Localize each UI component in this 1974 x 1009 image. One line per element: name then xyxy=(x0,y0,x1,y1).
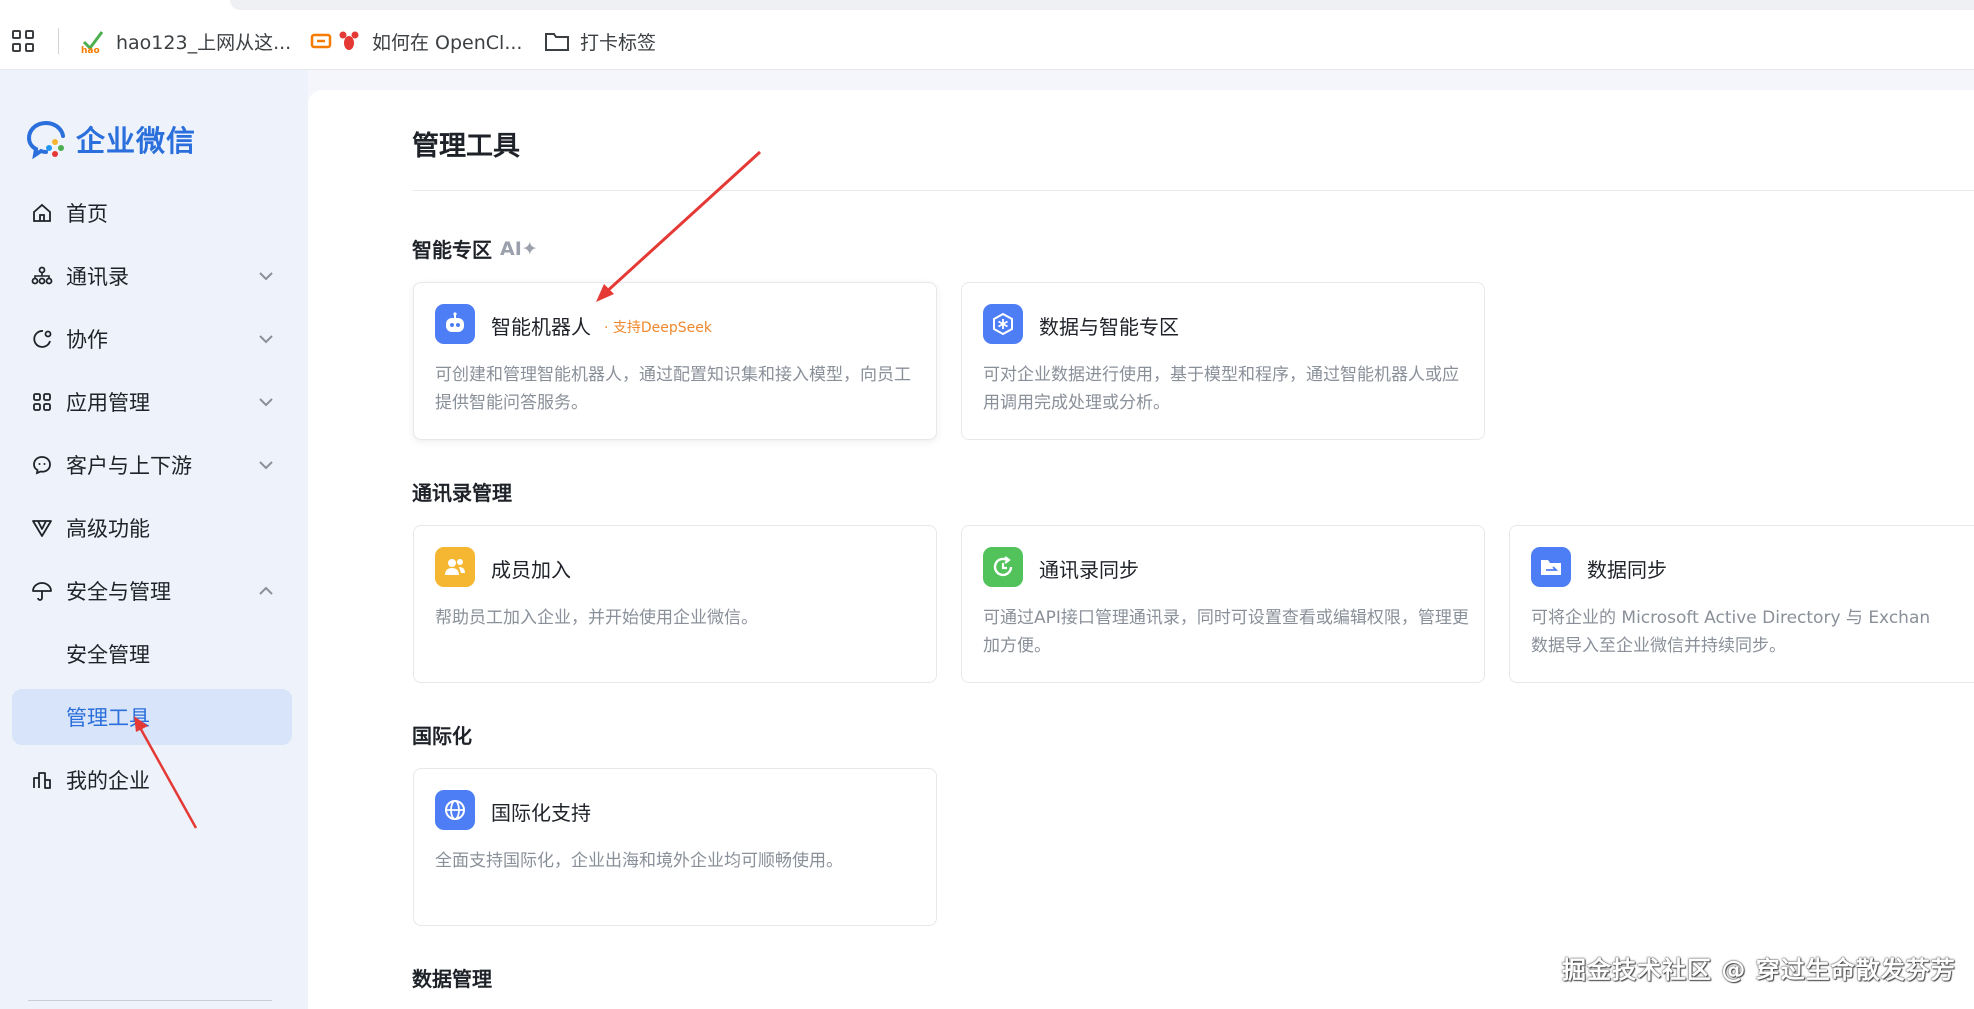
card-title: 数据同步 xyxy=(1587,558,1667,582)
bookmark-label: 打卡标签 xyxy=(580,31,657,54)
org-chart-icon xyxy=(30,264,54,288)
section-title-contacts: 通讯录管理 xyxy=(412,477,512,506)
card-description-line: 数据导入至企业微信并持续同步。 xyxy=(1531,636,1786,656)
sidebar-divider xyxy=(28,1000,272,1001)
bookmark-separator xyxy=(58,28,59,54)
bookmark-folder-daka[interactable]: 打卡标签 xyxy=(544,26,656,56)
sidebar-item-my-enterprise[interactable]: 我的企业 xyxy=(12,752,292,808)
wecom-logo-icon xyxy=(26,121,65,159)
hao123-icon: hao xyxy=(80,28,106,54)
bookmark-hao123[interactable]: hao hao123_上网从这... xyxy=(80,26,291,56)
umbrella-icon xyxy=(30,579,54,603)
bookmarks-bar: hao hao123_上网从这... 如何在 OpenCl... 打卡标签 xyxy=(0,0,1974,70)
apps-icon[interactable] xyxy=(12,30,34,52)
folder-icon xyxy=(544,28,570,54)
card-title: 国际化支持 xyxy=(491,801,591,825)
section-title-data-management: 数据管理 xyxy=(412,963,492,992)
chevron-up-icon[interactable] xyxy=(256,581,276,601)
main-panel: 管理工具 智能专区 AI✦ 智能机器人 · 支持DeepSeek 可创建和管理智… xyxy=(308,90,1974,1009)
wecom-logo[interactable]: 企业微信 xyxy=(26,118,196,160)
sidebar-item-label: 安全管理 xyxy=(66,643,150,667)
chevron-down-icon[interactable] xyxy=(256,266,276,286)
lobster-icon xyxy=(336,28,362,54)
card-title: 智能机器人 xyxy=(491,315,591,339)
watermark: 掘金技术社区 @ 穿过生命散发芬芳 xyxy=(1562,956,1956,984)
sidebar-item-advanced[interactable]: 高级功能 xyxy=(12,500,292,556)
deepseek-tag: · 支持DeepSeek xyxy=(604,320,713,336)
globe-icon xyxy=(435,790,475,830)
bookmark-label: 如何在 OpenCl... xyxy=(372,31,523,54)
sidebar-item-label: 协作 xyxy=(66,328,108,352)
sidebar-item-label: 客户与上下游 xyxy=(66,454,192,478)
title-divider xyxy=(412,190,1974,191)
sparkle-icon: ✦ xyxy=(521,237,538,260)
sidebar-item-customers[interactable]: 客户与上下游 xyxy=(12,437,292,493)
card-i18n-support[interactable]: 国际化支持 全面支持国际化，企业出海和境外企业均可顺畅使用。 xyxy=(413,768,937,926)
ai-badge-text: AI xyxy=(500,237,522,260)
collab-icon xyxy=(30,327,54,351)
chevron-down-icon[interactable] xyxy=(256,455,276,475)
section-title-text: 智能专区 xyxy=(412,238,492,262)
card-description: 可对企业数据进行使用，基于模型和程序，通过智能机器人或应用调用完成处理或分析。 xyxy=(983,365,1459,413)
section-title-i18n: 国际化 xyxy=(412,720,472,749)
ai-badge: AI✦ xyxy=(500,238,538,260)
sidebar-item-admin-tools[interactable]: 管理工具 xyxy=(12,689,292,745)
member-join-icon xyxy=(435,547,475,587)
sidebar-item-label: 安全与管理 xyxy=(66,580,171,604)
card-title: 数据与智能专区 xyxy=(1039,315,1179,339)
card-title: 成员加入 xyxy=(491,558,571,582)
card-description: 帮助员工加入企业，并开始使用企业微信。 xyxy=(435,608,758,628)
sidebar-item-contacts[interactable]: 通讯录 xyxy=(12,248,292,304)
card-description: 可将企业的 Microsoft Active Directory 与 Excha… xyxy=(1531,604,1930,660)
section-title-text: 通讯录管理 xyxy=(412,481,512,505)
bookmark-label: hao123_上网从这... xyxy=(116,31,292,54)
sidebar-item-label: 通讯录 xyxy=(66,265,129,289)
sidebar-item-security-admin[interactable]: 安全与管理 xyxy=(12,563,292,619)
section-title-text: 国际化 xyxy=(412,724,472,748)
card-description: 可通过API接口管理通讯录，同时可设置查看或编辑权限，管理更加方便。 xyxy=(983,608,1469,656)
card-smart-robot[interactable]: 智能机器人 · 支持DeepSeek 可创建和管理智能机器人，通过配置知识集和接… xyxy=(413,282,937,440)
sync-clock-icon xyxy=(983,547,1023,587)
page-title: 管理工具 xyxy=(412,131,520,162)
sidebar-item-security-management[interactable]: 安全管理 xyxy=(12,626,292,682)
diamond-icon xyxy=(30,516,54,540)
address-bar-edge xyxy=(230,0,1974,10)
logo-text: 企业微信 xyxy=(76,124,197,158)
apps-grid-icon xyxy=(30,390,54,414)
card-description-line: 可将企业的 Microsoft Active Directory 与 Excha… xyxy=(1531,608,1931,628)
sidebar-item-label: 应用管理 xyxy=(66,391,150,415)
card-data-intelligence[interactable]: 数据与智能专区 可对企业数据进行使用，基于模型和程序，通过智能机器人或应用调用完… xyxy=(961,282,1485,440)
card-member-join[interactable]: 成员加入 帮助员工加入企业，并开始使用企业微信。 xyxy=(413,525,937,683)
robot-icon xyxy=(435,304,475,344)
section-title-ai: 智能专区 AI✦ xyxy=(412,234,538,263)
bookmark-openclaw[interactable]: 如何在 OpenCl... xyxy=(310,26,522,56)
section-title-text: 数据管理 xyxy=(412,967,492,991)
sidebar-item-label: 高级功能 xyxy=(66,517,150,541)
sidebar-item-label: 管理工具 xyxy=(66,706,150,730)
svg-text:hao: hao xyxy=(81,46,100,54)
sidebar: 企业微信 首页 通讯录 协作 应用管理 客户与上下游 高级功能 安全与管理 安全… xyxy=(0,70,308,1009)
card-description: 全面支持国际化，企业出海和境外企业均可顺畅使用。 xyxy=(435,851,843,871)
snowflake-cube-icon xyxy=(983,304,1023,344)
card-description: 可创建和管理智能机器人，通过配置知识集和接入模型，向员工提供智能问答服务。 xyxy=(435,365,911,413)
folder-sync-icon xyxy=(1531,547,1571,587)
bracket-icon xyxy=(310,28,332,54)
sidebar-item-home[interactable]: 首页 xyxy=(12,185,292,241)
chevron-down-icon[interactable] xyxy=(256,329,276,349)
home-icon xyxy=(30,201,54,225)
sidebar-item-label: 首页 xyxy=(66,202,108,226)
sidebar-item-app-management[interactable]: 应用管理 xyxy=(12,374,292,430)
sidebar-item-collab[interactable]: 协作 xyxy=(12,311,292,367)
building-icon xyxy=(30,768,54,792)
sidebar-item-label: 我的企业 xyxy=(66,769,150,793)
card-title: 通讯录同步 xyxy=(1039,558,1139,582)
chevron-down-icon[interactable] xyxy=(256,392,276,412)
card-contacts-sync[interactable]: 通讯录同步 可通过API接口管理通讯录，同时可设置查看或编辑权限，管理更加方便。 xyxy=(961,525,1485,683)
card-data-sync[interactable]: 数据同步 可将企业的 Microsoft Active Directory 与 … xyxy=(1509,525,1974,683)
chat-smile-icon xyxy=(30,453,54,477)
